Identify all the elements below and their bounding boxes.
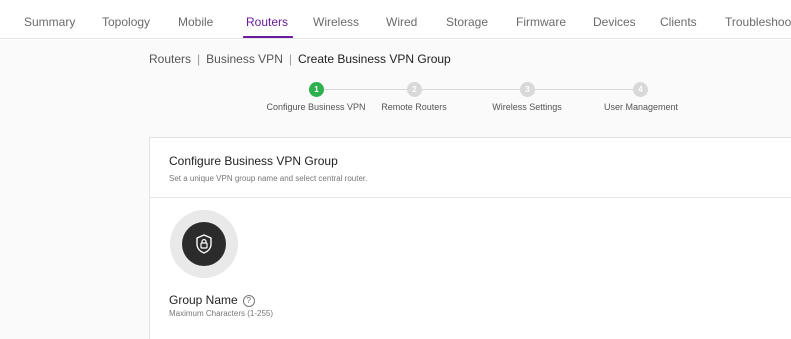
step-2-label: Remote Routers (381, 102, 447, 112)
step-4-label: User Management (603, 102, 679, 112)
step-2-indicator: 2 (407, 82, 422, 97)
wizard-stepper: 1 2 3 4 Configure Business VPN Remote Ro… (0, 0, 791, 120)
vpn-group-avatar (170, 210, 238, 278)
step-3-label: Wireless Settings (492, 102, 562, 112)
group-name-hint: Maximum Characters (1-255) (169, 309, 274, 318)
vpn-group-card: Configure Business VPN Group Set a uniqu… (149, 137, 791, 339)
step-1-label: Configure Business VPN (266, 102, 366, 112)
step-1-indicator: 1 (309, 82, 324, 97)
card-subtitle: Set a unique VPN group name and select c… (169, 174, 368, 183)
stepper-connector (422, 89, 520, 90)
step-3-indicator: 3 (520, 82, 535, 97)
card-header: Configure Business VPN Group Set a uniqu… (150, 138, 791, 198)
vpn-shield-lock-icon (182, 222, 226, 266)
stepper-connector (535, 89, 633, 90)
group-name-label-text: Group Name (169, 293, 238, 307)
group-name-label: Group Name? (169, 293, 255, 307)
help-icon[interactable]: ? (242, 295, 255, 307)
step-4-indicator: 4 (633, 82, 648, 97)
stepper-connector (324, 89, 407, 90)
card-title: Configure Business VPN Group (169, 154, 338, 168)
